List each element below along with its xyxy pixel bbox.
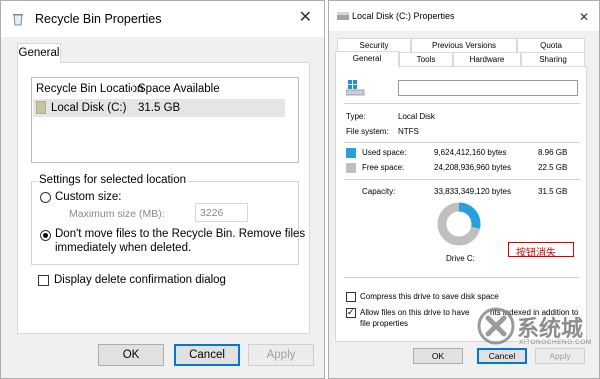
general-panel: Type: Local Disk File system: NTFS Used … — [335, 66, 587, 342]
tab-tools[interactable]: Tools — [399, 52, 453, 66]
used-space-label: Used space: — [362, 148, 407, 157]
free-space-swatch — [346, 163, 356, 173]
cancel-button[interactable]: Cancel — [174, 344, 240, 366]
watermark-subtext: XITONGCHENG.COM — [519, 339, 592, 346]
tab-general[interactable]: General — [17, 43, 61, 63]
index-label-line1[interactable]: Allow files on this drive to have — [360, 308, 469, 317]
file-system-label: File system: — [346, 127, 389, 136]
dont-move-radio[interactable] — [40, 230, 51, 241]
type-value: Local Disk — [398, 112, 435, 121]
dont-move-label-line2[interactable]: immediately when deleted. — [55, 242, 191, 254]
watermark-logo: 系统城 XITONGCHENG.COM — [477, 305, 599, 357]
column-header-space[interactable]: Space Available — [138, 83, 220, 95]
ok-button[interactable]: OK — [98, 344, 164, 366]
settings-legend: Settings for selected location — [37, 174, 189, 186]
used-space-swatch — [346, 148, 356, 158]
index-label-line2[interactable]: file properties — [360, 319, 408, 328]
tab-quota[interactable]: Quota — [517, 38, 585, 52]
annotation-text: 按钮消失 — [516, 248, 556, 259]
close-icon[interactable]: ✕ — [299, 10, 312, 26]
apply-button[interactable]: Apply — [248, 344, 314, 366]
type-label: Type: — [346, 112, 366, 121]
used-space-bytes: 9,624,412,160 bytes — [434, 148, 507, 157]
table-row[interactable]: Local Disk (C:) 31.5 GB — [33, 99, 285, 117]
volume-label-input[interactable] — [398, 80, 578, 96]
display-confirm-label[interactable]: Display delete confirmation dialog — [54, 274, 226, 286]
disk-usage-donut — [437, 202, 481, 246]
local-disk-properties-dialog: Local Disk (C:) Properties ✕ Security Pr… — [328, 0, 600, 379]
general-panel: Recycle Bin Location Space Available Loc… — [17, 62, 310, 334]
dialog-title: Local Disk (C:) Properties — [352, 11, 455, 21]
title-bar: Local Disk (C:) Properties ✕ — [329, 1, 599, 31]
watermark-x-icon — [477, 307, 515, 345]
capacity-label: Capacity: — [362, 187, 396, 196]
tab-previous-versions[interactable]: Previous Versions — [411, 38, 517, 52]
capacity-gb: 31.5 GB — [538, 187, 568, 196]
recycle-bin-properties-dialog: Recycle Bin Properties ✕ General Recycle… — [0, 0, 325, 379]
drive-icon — [36, 101, 46, 114]
max-size-value: 3226 — [200, 207, 224, 219]
free-space-label: Free space: — [362, 163, 405, 172]
dont-move-label-line1[interactable]: Don't move files to the Recycle Bin. Rem… — [55, 228, 305, 240]
max-size-label: Maximum size (MB): — [69, 208, 165, 220]
capacity-bytes: 33,833,349,120 bytes — [434, 187, 511, 196]
column-header-location[interactable]: Recycle Bin Location — [36, 83, 143, 95]
free-space-bytes: 24,208,936,960 bytes — [434, 163, 511, 172]
display-confirm-checkbox[interactable] — [38, 275, 49, 286]
location-list: Recycle Bin Location Space Available Loc… — [31, 77, 299, 163]
settings-group: Settings for selected location Custom si… — [31, 174, 305, 265]
recycle-bin-icon — [13, 14, 23, 26]
location-cell: Local Disk (C:) — [51, 102, 127, 114]
dialog-title: Recycle Bin Properties — [35, 12, 162, 26]
ok-button[interactable]: OK — [413, 348, 463, 364]
free-space-gb: 22.5 GB — [538, 163, 568, 172]
file-system-value: NTFS — [398, 127, 419, 136]
annotation-box: 按钮消失 — [508, 242, 574, 259]
compress-checkbox[interactable] — [346, 292, 356, 302]
tab-hardware[interactable]: Hardware — [453, 52, 521, 66]
drive-icon — [337, 12, 349, 20]
space-cell: 31.5 GB — [138, 102, 181, 114]
tab-security[interactable]: Security — [337, 38, 411, 52]
tab-sharing[interactable]: Sharing — [521, 52, 585, 66]
custom-size-radio[interactable] — [40, 192, 51, 203]
used-space-gb: 8.96 GB — [538, 148, 568, 157]
custom-size-label[interactable]: Custom size: — [55, 191, 121, 203]
drive-icon — [346, 80, 365, 96]
title-bar: Recycle Bin Properties ✕ — [1, 1, 324, 37]
max-size-input[interactable]: 3226 — [195, 203, 248, 222]
drive-label: Drive C: — [446, 254, 475, 263]
compress-label[interactable]: Compress this drive to save disk space — [360, 292, 499, 301]
index-checkbox[interactable] — [346, 306, 356, 318]
tab-general[interactable]: General — [335, 51, 399, 68]
close-icon[interactable]: ✕ — [579, 9, 589, 25]
